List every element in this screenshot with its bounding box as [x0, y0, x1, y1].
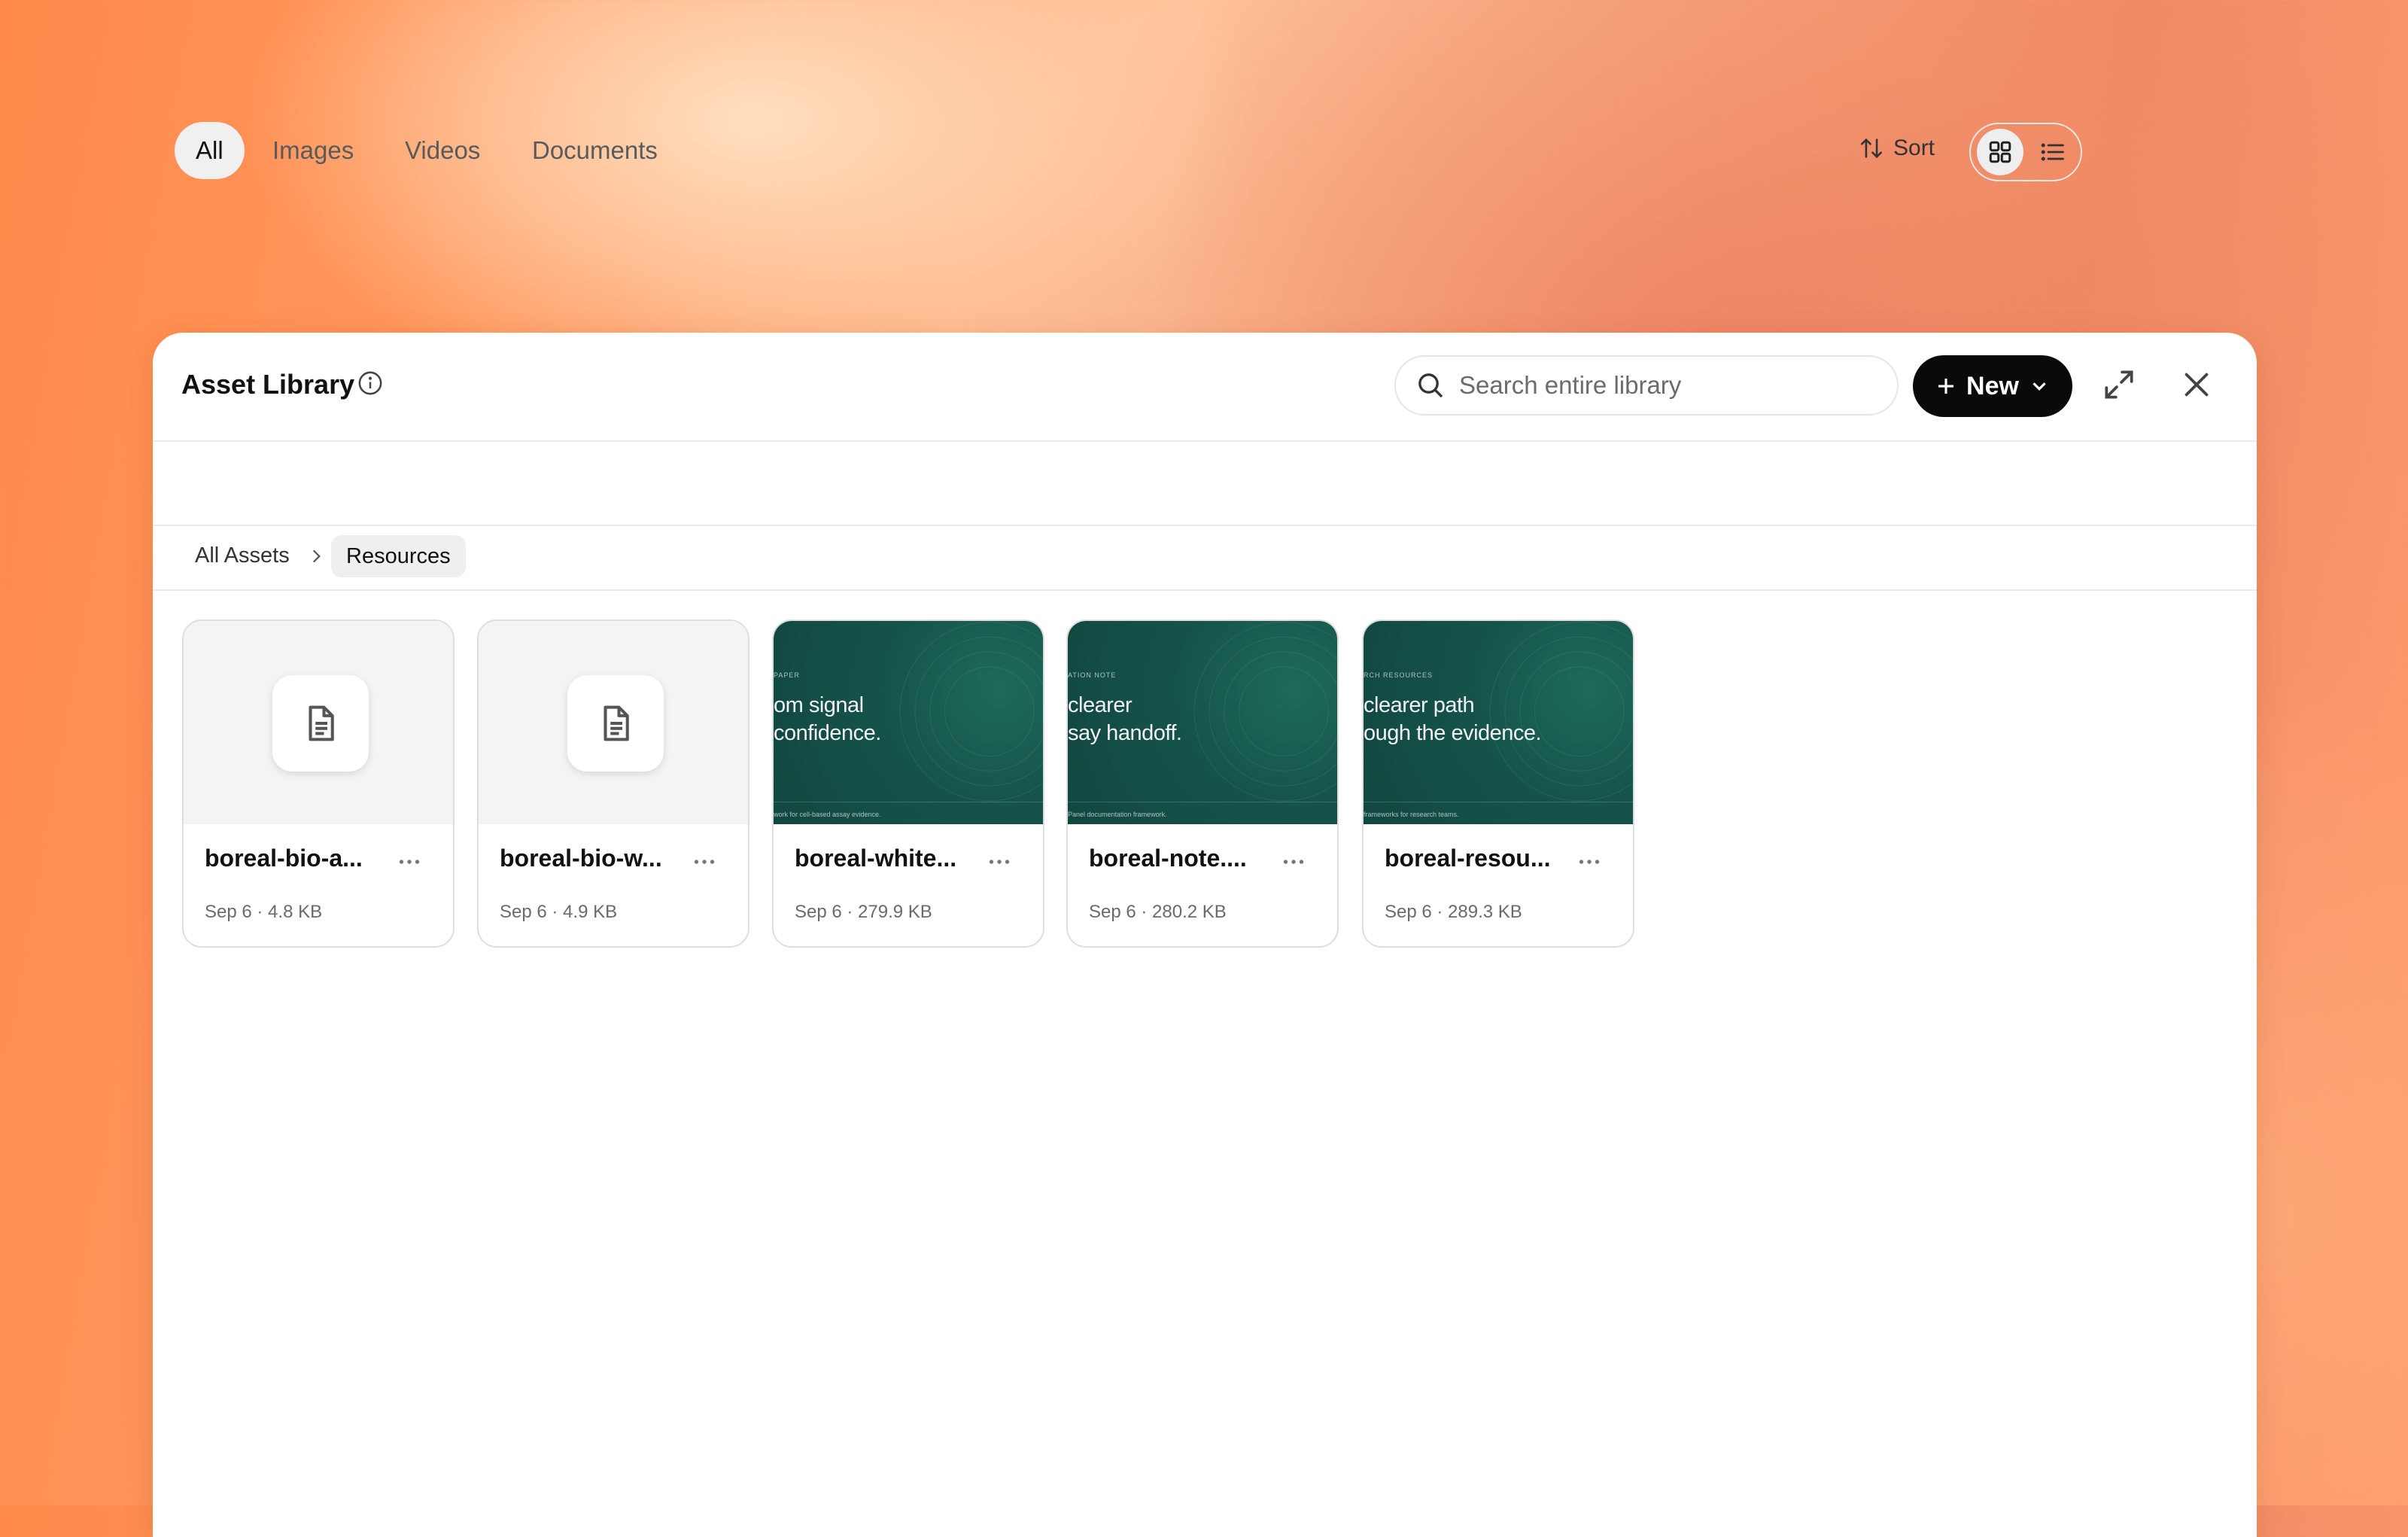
document-icon — [309, 705, 334, 741]
file-card[interactable]: ATION NOTE clearer say handoff. Panel do… — [1066, 619, 1339, 948]
tab-bar — [153, 442, 2257, 526]
close-icon[interactable] — [2179, 367, 2214, 402]
more-options-icon[interactable] — [986, 848, 1013, 875]
list-view-button[interactable] — [2029, 129, 2076, 175]
list-icon — [2041, 143, 2064, 161]
view-toggle — [1969, 123, 2082, 181]
file-thumbnail — [479, 621, 748, 824]
file-meta: Sep 6 · 280.2 KB — [1089, 902, 1227, 922]
document-tile — [272, 675, 369, 772]
page-title: Asset Library — [181, 369, 355, 400]
thumbnail-footer: frameworks for research teams. — [1364, 811, 1459, 818]
more-options-icon[interactable] — [396, 848, 423, 875]
expand-icon[interactable] — [2100, 366, 2138, 403]
more-options-icon[interactable] — [1576, 848, 1603, 875]
new-button[interactable]: New — [1913, 355, 2072, 417]
breadcrumb — [153, 526, 2257, 591]
file-meta: Sep 6 · 4.9 KB — [500, 902, 618, 922]
grid-view-button[interactable] — [1977, 129, 2023, 175]
file-thumbnail — [184, 621, 453, 824]
sort-label: Sort — [1893, 135, 1935, 160]
file-meta: Sep 6 · 4.8 KB — [205, 902, 323, 922]
search-bar[interactable] — [1394, 355, 1899, 415]
breadcrumb-current[interactable]: Resources — [331, 535, 466, 577]
chevron-down-icon — [2033, 382, 2046, 391]
thumbnail-headline: om signal confidence. — [774, 693, 881, 745]
info-icon[interactable] — [357, 370, 383, 396]
file-meta: Sep 6 · 279.9 KB — [795, 902, 932, 922]
grid-icon — [1989, 141, 2011, 163]
thumbnail-kicker: RCH RESOURCES — [1364, 671, 1434, 679]
document-icon — [604, 705, 629, 741]
file-meta: Sep 6 · 289.3 KB — [1385, 902, 1522, 922]
document-tile — [567, 675, 664, 772]
chevron-right-icon — [312, 549, 321, 563]
search-input[interactable] — [1458, 370, 1882, 400]
sort-button[interactable]: Sort — [1859, 135, 1935, 161]
window-header: Asset Library New — [153, 333, 2257, 442]
search-icon — [1418, 373, 1443, 398]
thumbnail-headline: clearer say handoff. — [1068, 693, 1182, 745]
tab-all[interactable]: All — [175, 122, 245, 179]
tab-images[interactable]: Images — [251, 122, 375, 179]
more-options-icon[interactable] — [691, 848, 718, 875]
file-name: boreal-bio-a... — [205, 845, 363, 872]
plus-icon — [1938, 379, 1954, 394]
sort-icon — [1860, 138, 1883, 159]
file-name: boreal-bio-w... — [500, 845, 662, 872]
new-button-label: New — [1966, 371, 2019, 400]
file-card[interactable]: boreal-bio-a... Sep 6 · 4.8 KB — [182, 619, 455, 948]
file-card[interactable]: RCH RESOURCES clearer path ough the evid… — [1362, 619, 1634, 948]
tab-documents[interactable]: Documents — [511, 122, 679, 179]
file-thumbnail: ATION NOTE clearer say handoff. Panel do… — [1068, 621, 1337, 824]
file-name: boreal-note.... — [1089, 845, 1247, 872]
more-options-icon[interactable] — [1280, 848, 1307, 875]
file-card[interactable]: PAPER om signal confidence. work for cel… — [772, 619, 1044, 948]
thumbnail-kicker: PAPER — [774, 671, 800, 679]
breadcrumb-all-assets[interactable]: All Assets — [195, 543, 290, 568]
file-name: boreal-resou... — [1385, 845, 1551, 872]
thumbnail-footer: work for cell-based assay evidence. — [774, 811, 881, 818]
thumbnail-kicker: ATION NOTE — [1068, 671, 1117, 679]
thumbnail-footer: Panel documentation framework. — [1068, 811, 1167, 818]
thumbnail-headline: clearer path ough the evidence. — [1364, 693, 1542, 745]
file-thumbnail: PAPER om signal confidence. work for cel… — [774, 621, 1043, 824]
file-name: boreal-white... — [795, 845, 957, 872]
tab-videos[interactable]: Videos — [384, 122, 501, 179]
file-card[interactable]: boreal-bio-w... Sep 6 · 4.9 KB — [477, 619, 749, 948]
file-thumbnail: RCH RESOURCES clearer path ough the evid… — [1364, 621, 1633, 824]
